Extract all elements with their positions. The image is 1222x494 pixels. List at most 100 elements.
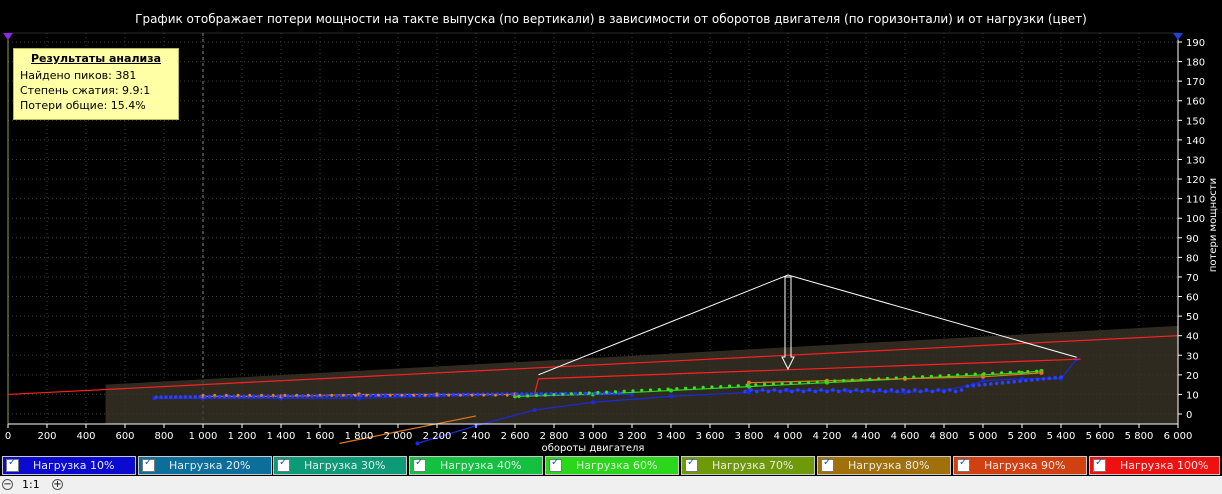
green-marker [526, 394, 530, 398]
green-marker [692, 386, 697, 390]
green-marker [684, 386, 688, 390]
blue-marker [743, 389, 747, 394]
green-marker [947, 373, 951, 378]
orange-marker [248, 393, 252, 397]
green-marker [903, 375, 907, 380]
green-marker [763, 382, 767, 387]
orange-marker [447, 393, 451, 397]
green-marker [859, 378, 863, 382]
blue-marker [310, 394, 315, 398]
green-marker [894, 376, 898, 380]
blue-marker [983, 382, 987, 387]
blue-marker [549, 392, 553, 396]
checkbox-icon[interactable] [413, 457, 426, 472]
y-tick-label: 170 [1186, 77, 1205, 88]
blue-marker [485, 392, 490, 397]
green-marker [657, 387, 661, 392]
blue-marker [1059, 375, 1063, 379]
legend-item-6[interactable]: Нагрузка 70% [681, 456, 815, 475]
orange-marker [295, 393, 298, 397]
blue-marker [442, 392, 446, 397]
blue-marker [1006, 380, 1011, 385]
legend-item-5[interactable]: Нагрузка 60% [545, 456, 679, 475]
green-marker [666, 387, 670, 391]
green-marker [850, 378, 854, 382]
x-tick-label: 3 800 [735, 431, 764, 442]
checkbox-icon[interactable] [549, 457, 562, 472]
legend-label: Нагрузка 20% [169, 459, 251, 472]
y-tick-label: 10 [1186, 390, 1199, 401]
blue-marker [208, 394, 212, 399]
green-marker [920, 375, 925, 379]
legend-item-8[interactable]: Нагрузка 90% [953, 456, 1087, 475]
legend-item-1[interactable]: Нагрузка 10% [2, 456, 136, 475]
legend-label: Нагрузка 30% [304, 459, 386, 472]
checkbox-icon[interactable] [1093, 457, 1106, 472]
blue-marker [325, 393, 329, 398]
zoom-out-icon[interactable]: − [2, 479, 13, 490]
marker-left [3, 33, 13, 40]
blue-marker [813, 389, 818, 394]
y-tick-label: 120 [1186, 175, 1205, 186]
legend-item-2[interactable]: Нагрузка 20% [138, 456, 272, 475]
y-tick-label: 30 [1186, 351, 1199, 362]
blue-marker [383, 393, 388, 398]
x-tick-label: 1 200 [228, 431, 257, 442]
x-tick-label: 4 600 [891, 431, 920, 442]
legend-item-4[interactable]: Нагрузка 40% [409, 456, 543, 475]
y-tick-label: 130 [1186, 155, 1205, 166]
legend-item-3[interactable]: Нагрузка 30% [273, 456, 407, 475]
green-marker [1026, 369, 1030, 374]
blue-marker [1012, 379, 1016, 384]
x-axis-label: обороты двигателя [542, 443, 645, 454]
green-marker [552, 393, 556, 397]
x-tick-label: 5 800 [1125, 431, 1154, 442]
blue-marker [178, 395, 183, 399]
legend-item-7[interactable]: Нагрузка 80% [817, 456, 951, 475]
blue-marker [819, 388, 823, 392]
orange-marker [330, 393, 334, 397]
results-panel: Результаты анализа Найдено пиков: 381 Ст… [13, 48, 179, 120]
blue-marker [860, 389, 864, 394]
legend-item-9[interactable]: Нагрузка 100% [1089, 456, 1220, 475]
blue-marker [1018, 379, 1022, 383]
blue-marker [417, 393, 422, 397]
checkbox-icon[interactable] [957, 457, 970, 472]
series-point [981, 378, 985, 383]
blue-marker [193, 395, 197, 399]
orange-marker [225, 393, 228, 397]
blue-marker [188, 395, 193, 399]
x-tick-label: 200 [37, 431, 56, 442]
orange-marker [470, 393, 474, 397]
x-tick-label: 3 400 [657, 431, 686, 442]
checkbox-icon[interactable] [685, 457, 698, 472]
checkbox-icon[interactable] [277, 457, 290, 472]
orange-marker [482, 393, 486, 397]
green-marker [964, 372, 969, 377]
blue-marker [407, 393, 412, 397]
legend-label: Нагрузка 100% [1120, 459, 1209, 472]
y-tick-label: 160 [1186, 97, 1205, 108]
green-marker [569, 392, 574, 396]
series-point [532, 408, 537, 413]
blue-marker [198, 394, 202, 399]
blue-marker [164, 395, 168, 399]
blue-marker [393, 393, 397, 397]
zoom-in-icon[interactable]: + [52, 479, 63, 490]
blue-marker [242, 394, 246, 399]
x-tick-label: 3 600 [696, 431, 725, 442]
checkbox-icon[interactable] [142, 457, 155, 472]
green-marker [982, 372, 986, 376]
blue-marker [607, 391, 612, 396]
x-tick-label: 5 400 [1047, 431, 1076, 442]
compression-ratio: Степень сжатия: 9.9:1 [20, 84, 151, 97]
green-marker [885, 376, 890, 381]
green-marker [613, 390, 618, 394]
checkbox-icon[interactable] [6, 457, 19, 472]
checkbox-icon[interactable] [821, 457, 834, 472]
green-marker [868, 377, 872, 381]
blue-marker [825, 389, 829, 394]
blue-marker [854, 388, 859, 392]
series-point [669, 394, 673, 399]
blue-marker [490, 392, 495, 397]
